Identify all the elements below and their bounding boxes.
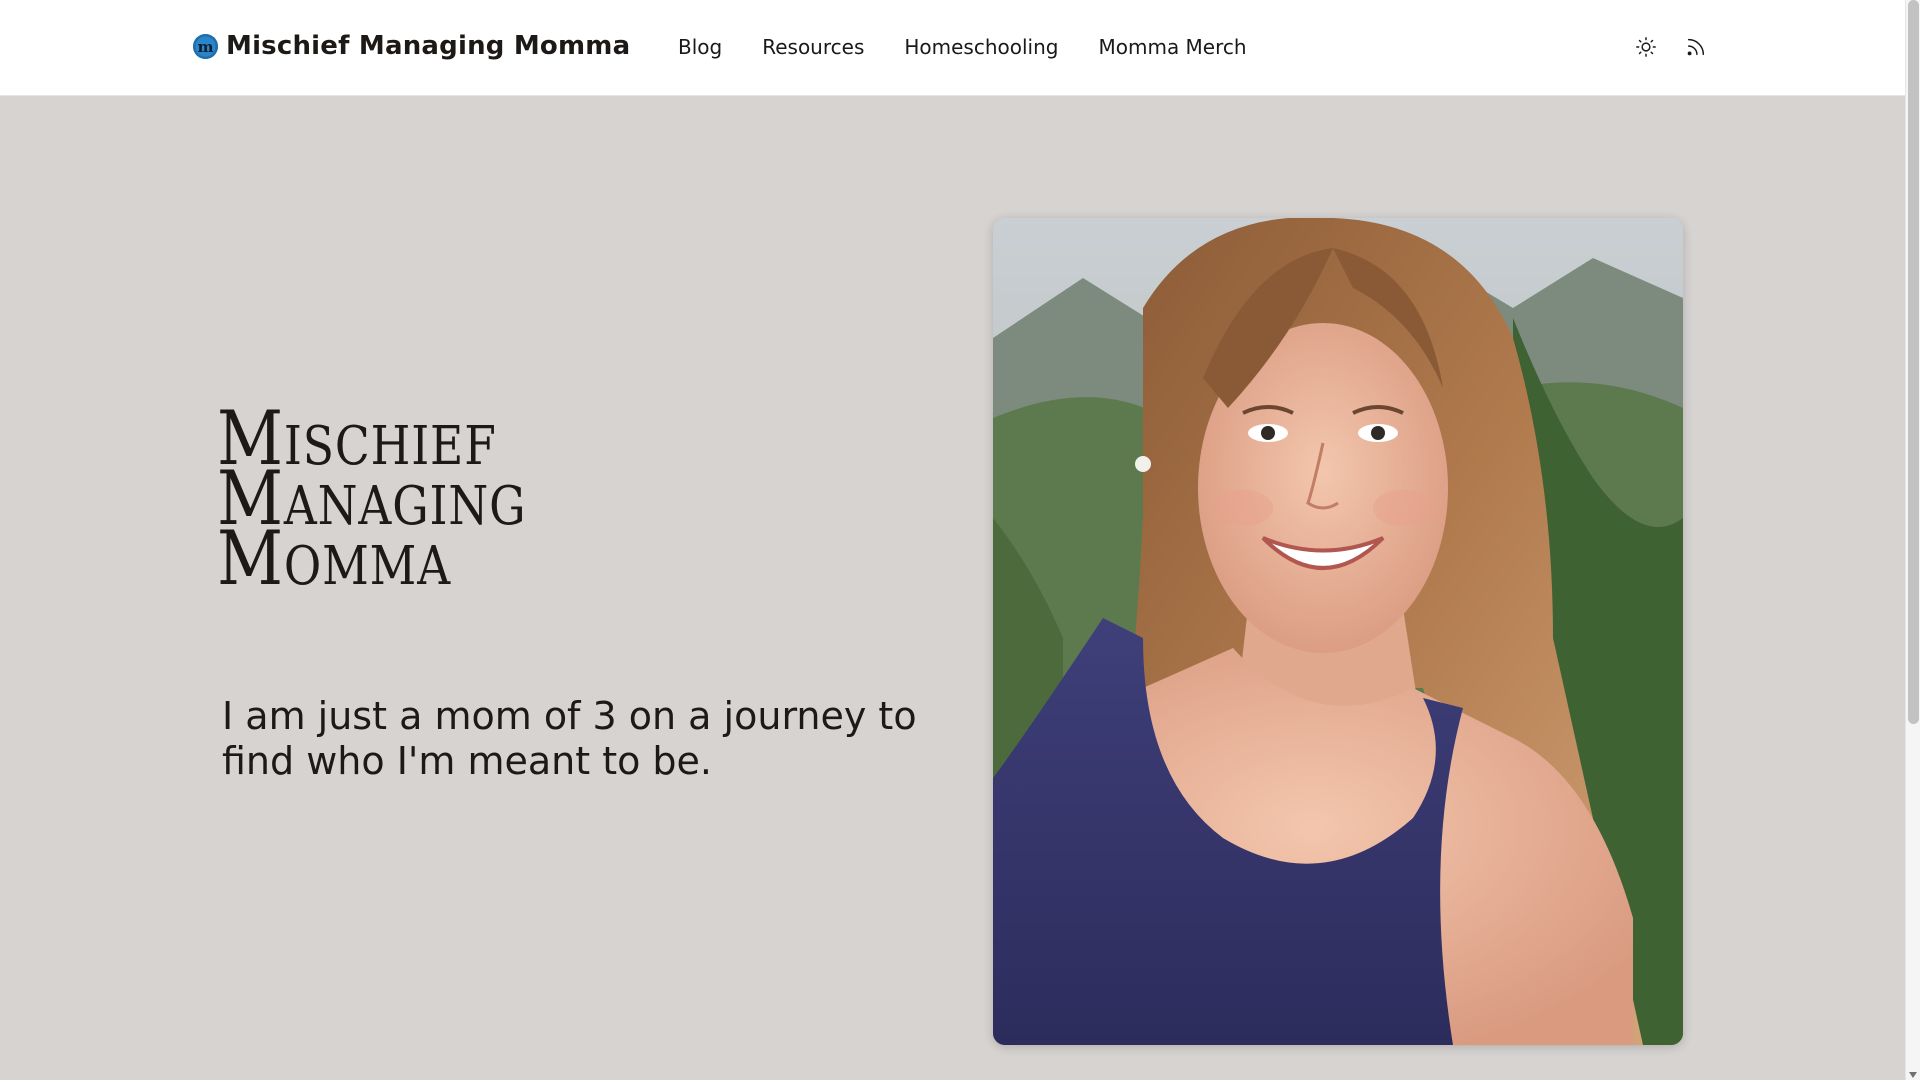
hero-title: Mischief Managing Momma [217, 401, 526, 596]
rss-icon[interactable] [1684, 33, 1708, 61]
header-actions [1634, 33, 1708, 61]
brand-logo-letter: m [198, 38, 214, 56]
nav-item-resources[interactable]: Resources [762, 33, 864, 61]
scroll-down-arrow-icon[interactable] [1909, 1072, 1917, 1078]
brand-link[interactable]: m Mischief Managing Momma [193, 31, 630, 61]
sun-icon[interactable] [1634, 33, 1658, 61]
brand-logo-icon: m [193, 33, 218, 59]
nav-item-blog[interactable]: Blog [678, 33, 722, 61]
main-nav: Blog Resources Homeschooling Momma Merch [678, 33, 1287, 61]
brand-name: Mischief Managing Momma [226, 31, 631, 61]
scrollbar-thumb[interactable] [1908, 0, 1919, 724]
page-scrollbar[interactable] [1905, 0, 1920, 1080]
page: m Mischief Managing Momma Blog Resources… [0, 0, 1920, 1080]
nav-item-homeschooling[interactable]: Homeschooling [904, 33, 1058, 61]
site-header: m Mischief Managing Momma Blog Resources… [0, 0, 1905, 96]
portrait-photo [993, 218, 1683, 1045]
hero-tagline: I am just a mom of 3 on a journey to fin… [222, 694, 917, 783]
nav-item-momma-merch[interactable]: Momma Merch [1098, 33, 1246, 61]
